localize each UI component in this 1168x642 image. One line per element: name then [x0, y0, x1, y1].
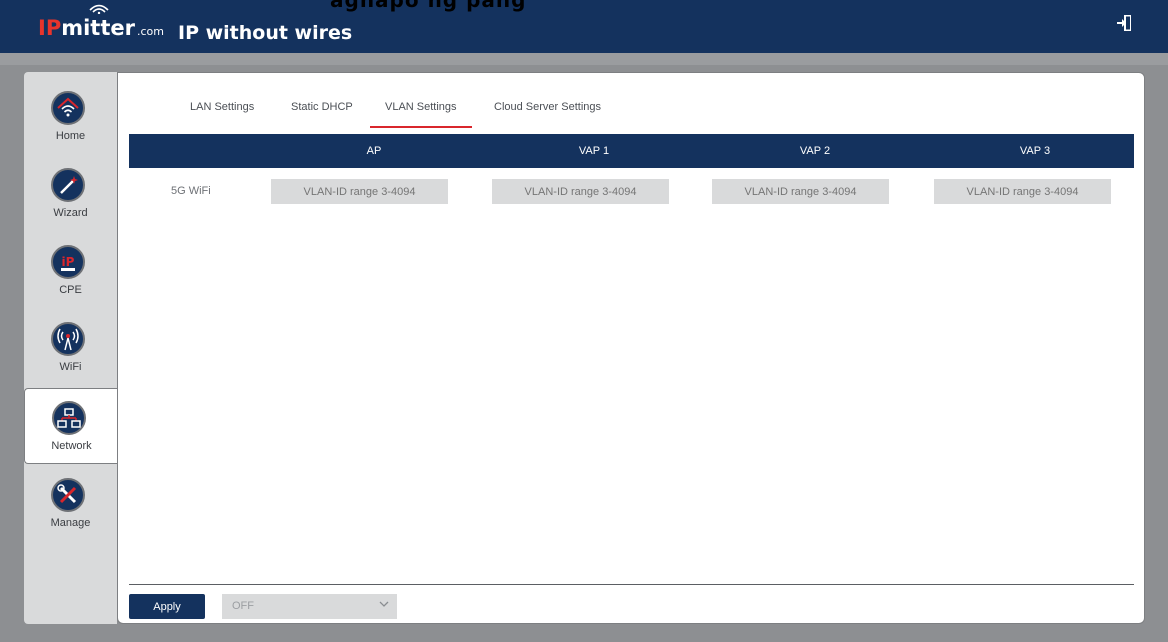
apply-button[interactable]: Apply: [129, 594, 205, 619]
sidebar-item-wifi[interactable]: WiFi: [24, 310, 117, 386]
vlan-id-input-vap2[interactable]: [712, 179, 889, 204]
logo-wifi-icon: [89, 4, 109, 14]
row-label-5g-wifi: 5G WiFi: [171, 185, 211, 197]
sidebar-item-label: WiFi: [59, 361, 82, 373]
top-header: agnapo ng pang IPmitter .com IP without w…: [0, 0, 1168, 53]
tab-vlan-settings[interactable]: VLAN Settings: [370, 101, 472, 128]
backdrop-strip: [0, 53, 1168, 65]
sidebar-item-label: Manage: [50, 517, 91, 529]
svg-text:iP: iP: [62, 255, 75, 269]
vlan-id-input-vap1[interactable]: [492, 179, 669, 204]
sidebar-item-network[interactable]: Network: [24, 388, 117, 464]
sidebar-item-label: Wizard: [53, 207, 88, 219]
tab-lan-settings[interactable]: LAN Settings: [190, 101, 254, 113]
column-header-vap2: VAP 2: [799, 145, 831, 157]
footer-divider: [129, 584, 1134, 585]
select-value: OFF: [232, 600, 254, 612]
vlan-id-input-vap3[interactable]: [934, 179, 1111, 204]
sidebar-item-cpe[interactable]: iP CPE: [24, 233, 117, 309]
sidebar-item-label: Network: [51, 440, 92, 452]
network-icon: [52, 401, 86, 435]
ipmitter-cpe-icon: iP: [51, 245, 85, 279]
chevron-down-icon: [379, 601, 389, 607]
tab-cloud-server-settings[interactable]: Cloud Server Settings: [494, 101, 601, 113]
cropped-banner-text: agnapo ng pang: [330, 0, 527, 12]
sidebar-item-home[interactable]: Home: [24, 79, 117, 155]
wizard-wand-icon: [51, 168, 85, 202]
vlan-id-input-ap[interactable]: [271, 179, 448, 204]
column-header-ap: AP: [366, 145, 382, 157]
vlan-table-header: AP VAP 1 VAP 2 VAP 3: [129, 134, 1134, 168]
tab-static-dhcp[interactable]: Static DHCP: [291, 101, 353, 113]
logo-ip-text: IP: [38, 16, 62, 40]
logout-icon[interactable]: [1117, 14, 1133, 32]
sidebar-item-manage[interactable]: Manage: [24, 466, 117, 542]
brand-logo[interactable]: IPmitter .com: [38, 16, 164, 40]
manage-tools-icon: [51, 478, 85, 512]
sidebar-item-label: Home: [55, 130, 86, 142]
home-wifi-icon: [51, 91, 85, 125]
header-tagline: IP without wires: [178, 22, 353, 44]
sidebar-item-wizard[interactable]: Wizard: [24, 156, 117, 232]
column-header-vap3: VAP 3: [1019, 145, 1051, 157]
logo-domain-text: .com: [136, 25, 164, 38]
sidebar-item-label: CPE: [59, 284, 82, 296]
logo-mitter-text: mitter: [61, 16, 135, 40]
off-select[interactable]: OFF: [222, 594, 397, 619]
wifi-antenna-icon: [51, 322, 85, 356]
column-header-vap1: VAP 1: [578, 145, 610, 157]
